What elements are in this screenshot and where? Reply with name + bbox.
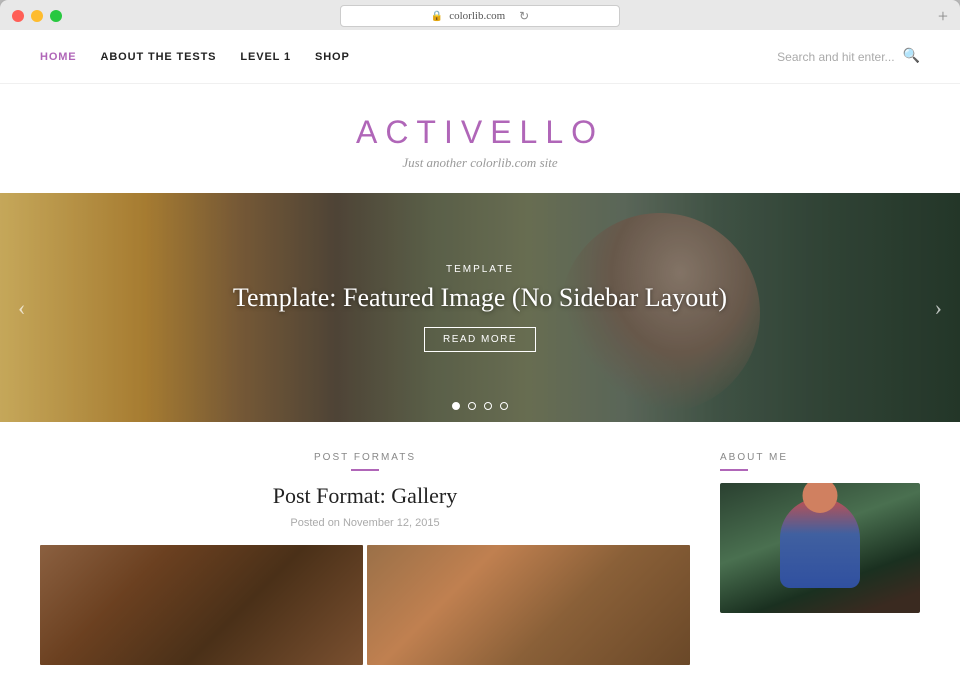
hero-title: Template: Featured Image (No Sidebar Lay… (233, 283, 727, 313)
sidebar-widget-title: ABOUT ME (720, 452, 920, 463)
hero-slider: TEMPLATE Template: Featured Image (No Si… (0, 193, 960, 422)
slider-dot-3[interactable] (484, 402, 492, 410)
slider-dot-4[interactable] (500, 402, 508, 410)
post-title: Post Format: Gallery (40, 483, 690, 509)
search-bar: Search and hit enter... 🔍 (777, 48, 920, 65)
search-icon[interactable]: 🔍 (903, 48, 920, 65)
reload-icon[interactable]: ↻ (519, 9, 529, 24)
slider-dot-1[interactable] (452, 402, 460, 410)
slider-prev-button[interactable]: ‹ (10, 287, 33, 329)
post-gallery-image-2[interactable] (367, 545, 690, 665)
new-tab-button[interactable]: + (938, 7, 948, 25)
address-bar[interactable]: 🔒 colorlib.com ↻ (340, 5, 620, 27)
posts-section: POST FORMATS Post Format: Gallery Posted… (40, 452, 690, 665)
post-gallery-images (40, 545, 690, 665)
hero-category-label: TEMPLATE (446, 264, 514, 275)
traffic-lights (12, 10, 62, 22)
site-header: ACTIVELLO Just another colorlib.com site (0, 84, 960, 193)
post-meta: Posted on November 12, 2015 (40, 517, 690, 529)
sidebar-underline (720, 469, 748, 471)
hero-overlay: TEMPLATE Template: Featured Image (No Si… (0, 193, 960, 422)
close-button[interactable] (12, 10, 24, 22)
maximize-button[interactable] (50, 10, 62, 22)
hero-read-more-button[interactable]: READ MORE (424, 327, 536, 352)
slider-next-button[interactable]: › (927, 287, 950, 329)
post-category-underline (351, 469, 379, 471)
sidebar-person-head (803, 483, 838, 513)
nav-home[interactable]: HOME (40, 51, 77, 63)
nav-level1[interactable]: LEVEL 1 (240, 51, 291, 63)
url-display: colorlib.com (449, 10, 505, 22)
minimize-button[interactable] (31, 10, 43, 22)
slider-dot-2[interactable] (468, 402, 476, 410)
post-gallery-image-1[interactable] (40, 545, 363, 665)
nav-shop[interactable]: SHOP (315, 51, 350, 63)
title-bar: 🔒 colorlib.com ↻ + (0, 10, 960, 30)
search-placeholder-text: Search and hit enter... (777, 50, 894, 64)
sidebar: ABOUT ME (720, 452, 920, 665)
browser-content: HOME ABOUT THE TESTS LEVEL 1 SHOP Search… (0, 30, 960, 695)
browser-window: 🔒 colorlib.com ↻ + HOME ABOUT THE TESTS … (0, 0, 960, 695)
site-navigation: HOME ABOUT THE TESTS LEVEL 1 SHOP Search… (0, 30, 960, 84)
nav-about-tests[interactable]: ABOUT THE TESTS (101, 51, 217, 63)
sidebar-about-photo[interactable] (720, 483, 920, 613)
slider-dots (452, 402, 508, 410)
site-title: ACTIVELLO (0, 114, 960, 151)
nav-links: HOME ABOUT THE TESTS LEVEL 1 SHOP (40, 51, 350, 63)
main-content: POST FORMATS Post Format: Gallery Posted… (0, 422, 960, 695)
lock-icon: 🔒 (431, 11, 443, 22)
sidebar-person-body (780, 498, 860, 588)
site-tagline: Just another colorlib.com site (0, 155, 960, 171)
post-category-label: POST FORMATS (40, 452, 690, 463)
